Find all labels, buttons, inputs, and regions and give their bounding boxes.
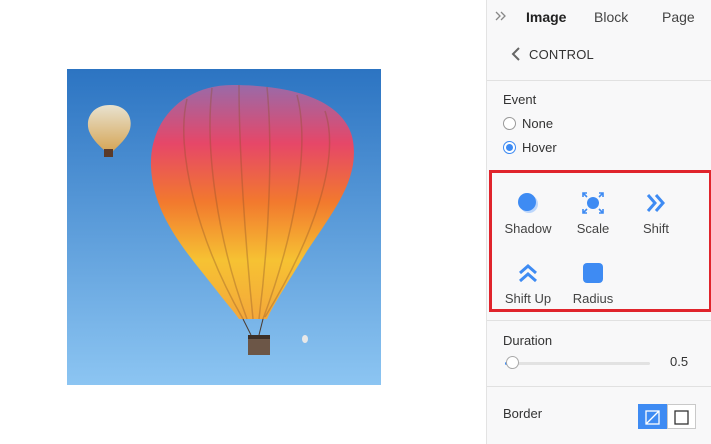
effect-label: Shift [642, 221, 669, 236]
square-border-icon [674, 410, 689, 425]
divider [487, 80, 711, 81]
event-option-hover[interactable]: Hover [503, 138, 557, 156]
back-control-button[interactable]: CONTROL [487, 44, 711, 66]
effect-label: Radius [572, 291, 614, 306]
hover-effects-group: Shadow Scale Shift Shift Up Radius [489, 170, 711, 312]
collapse-chevrons-icon[interactable] [494, 9, 508, 23]
effect-shift-up[interactable]: Shift Up [498, 253, 558, 309]
canvas [0, 0, 486, 444]
divider [487, 386, 711, 387]
shift-up-icon [519, 264, 537, 283]
radio-label: None [522, 115, 554, 131]
effect-label: Shadow [504, 221, 552, 236]
panel-tabs: Image Block Page [487, 0, 711, 34]
back-label: CONTROL [529, 47, 594, 62]
properties-panel: Image Block Page CONTROL Event None Hove… [486, 0, 711, 444]
balloon-image[interactable] [67, 69, 381, 385]
shadow-icon [518, 193, 538, 213]
border-label: Border [503, 406, 543, 421]
border-solid-button[interactable] [667, 404, 696, 429]
border-none-button[interactable] [638, 404, 667, 429]
radio-label: Hover [522, 139, 557, 155]
duration-value: 0.5 [670, 354, 689, 369]
effect-shadow[interactable]: Shadow [498, 183, 558, 239]
duration-slider-thumb[interactable] [505, 356, 519, 369]
duration-slider-track[interactable] [505, 362, 650, 365]
effect-label: Shift Up [504, 291, 552, 306]
divider [487, 320, 711, 321]
no-border-icon [645, 410, 660, 425]
tab-block[interactable]: Block [594, 9, 628, 25]
tab-image[interactable]: Image [526, 9, 566, 25]
tab-page[interactable]: Page [662, 9, 695, 25]
radius-icon [583, 263, 603, 283]
shift-right-icon [646, 194, 665, 212]
event-label: Event [503, 92, 537, 107]
event-option-none[interactable]: None [503, 114, 553, 132]
radio-hover[interactable] [503, 140, 516, 154]
chevron-left-icon [511, 47, 520, 61]
scale-icon [582, 192, 604, 214]
effect-radius[interactable]: Radius [563, 253, 623, 309]
effect-shift[interactable]: Shift [626, 183, 686, 239]
effect-scale[interactable]: Scale [563, 183, 623, 239]
duration-label: Duration [503, 333, 553, 348]
radio-none[interactable] [503, 116, 516, 130]
effect-label: Scale [576, 221, 610, 236]
